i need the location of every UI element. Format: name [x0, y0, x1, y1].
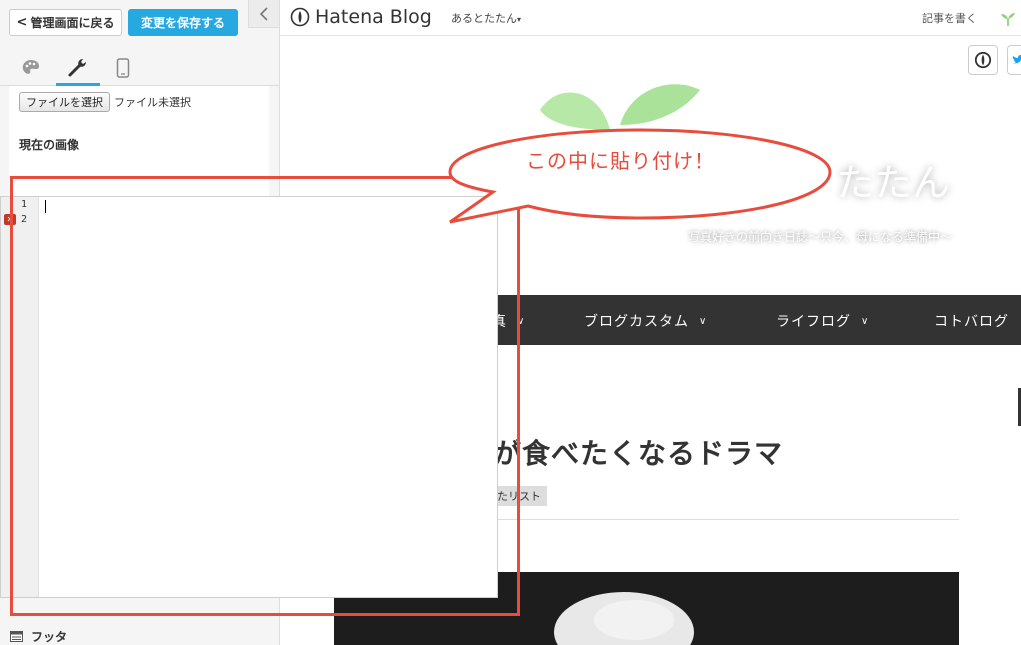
hatena-bar: Hatena Blog あるとたたん▾ 記事を書く: [280, 0, 1021, 36]
section-footer[interactable]: フッタ: [10, 628, 67, 645]
user-menu[interactable]: あるとたたん▾: [451, 10, 521, 26]
tab-design[interactable]: [9, 50, 53, 86]
file-input-row: ファイルを選択 ファイル未選択: [19, 92, 191, 112]
nav-item-blog-custom[interactable]: ブログカスタム ∨: [584, 311, 707, 331]
tab-smartphone[interactable]: [101, 50, 145, 86]
chevron-down-icon: ∨: [861, 315, 870, 327]
screen: Hatena Blog あるとたたん▾ 記事を書く たたん 写真好きの前向き日誌…: [0, 0, 1021, 645]
wrench-icon: [68, 58, 86, 76]
tab-custom[interactable]: [56, 50, 100, 86]
nav-label: ライフログ: [776, 314, 851, 330]
sprout-icon: [1001, 13, 1015, 26]
footer-label: フッタ: [31, 630, 68, 644]
service-name: Hatena Blog: [315, 6, 432, 28]
caret-down-icon: ▾: [517, 15, 522, 24]
code-editor[interactable]: 1 2 ✕: [0, 196, 498, 598]
palette-icon: [22, 60, 39, 74]
error-marker-icon: ✕: [4, 214, 16, 225]
header-image-section: ファイルを選択 ファイル未選択 現在の画像: [9, 86, 269, 196]
hatena-share-icon: [974, 51, 992, 69]
line-gutter: 1 2 ✕: [1, 197, 39, 597]
line-number: 2: [21, 214, 28, 225]
smartphone-icon: [116, 58, 130, 78]
nav-item-lifelog[interactable]: ライフログ ∨: [776, 311, 869, 331]
current-image-label: 現在の画像: [19, 138, 80, 152]
twitter-share-button[interactable]: [1007, 45, 1021, 75]
panel-tabs: [0, 44, 279, 86]
save-button[interactable]: 変更を保存する: [128, 9, 238, 36]
nav-item-kotobalog[interactable]: コトバログ: [934, 311, 1009, 331]
chevron-left-icon: [259, 6, 268, 21]
write-post-link[interactable]: 記事を書く: [922, 10, 977, 26]
twitter-icon: [1012, 54, 1021, 64]
blog-title[interactable]: たたん: [836, 152, 950, 207]
category-tag[interactable]: たリスト: [493, 486, 547, 506]
chevron-down-icon: ∨: [699, 315, 708, 327]
text-cursor: [45, 200, 46, 213]
post-title[interactable]: が食べたくなるドラマ: [493, 432, 783, 472]
choose-file-button[interactable]: ファイルを選択: [19, 92, 110, 112]
divider: [493, 519, 959, 520]
hatena-logo-icon: [290, 7, 310, 27]
line-number: 1: [21, 199, 28, 210]
file-status: ファイル未選択: [114, 96, 191, 109]
layout-icon: [10, 631, 23, 642]
chevron-down-icon: ∨: [517, 315, 526, 327]
panel-header: < 管理画面に戻る 変更を保存する: [0, 0, 279, 44]
nav-label: コトバログ: [934, 314, 1009, 330]
header-sprout-image: [540, 84, 700, 130]
blog-description: 写真好きの前向き日誌〜只今、母になる準備中〜: [688, 230, 953, 244]
back-label: 管理画面に戻る: [30, 16, 115, 30]
hatena-logo[interactable]: Hatena Blog: [290, 6, 432, 28]
nav-label: ブログカスタム: [584, 314, 689, 330]
annotation-text: この中に貼り付け！: [526, 149, 715, 173]
hatena-bookmark-share-button[interactable]: [968, 45, 998, 75]
collapse-panel-button[interactable]: [248, 0, 279, 28]
back-to-admin-button[interactable]: < 管理画面に戻る: [9, 9, 122, 36]
user-name: あるとたたん: [451, 12, 517, 25]
chevron-left-icon: <: [16, 15, 28, 30]
